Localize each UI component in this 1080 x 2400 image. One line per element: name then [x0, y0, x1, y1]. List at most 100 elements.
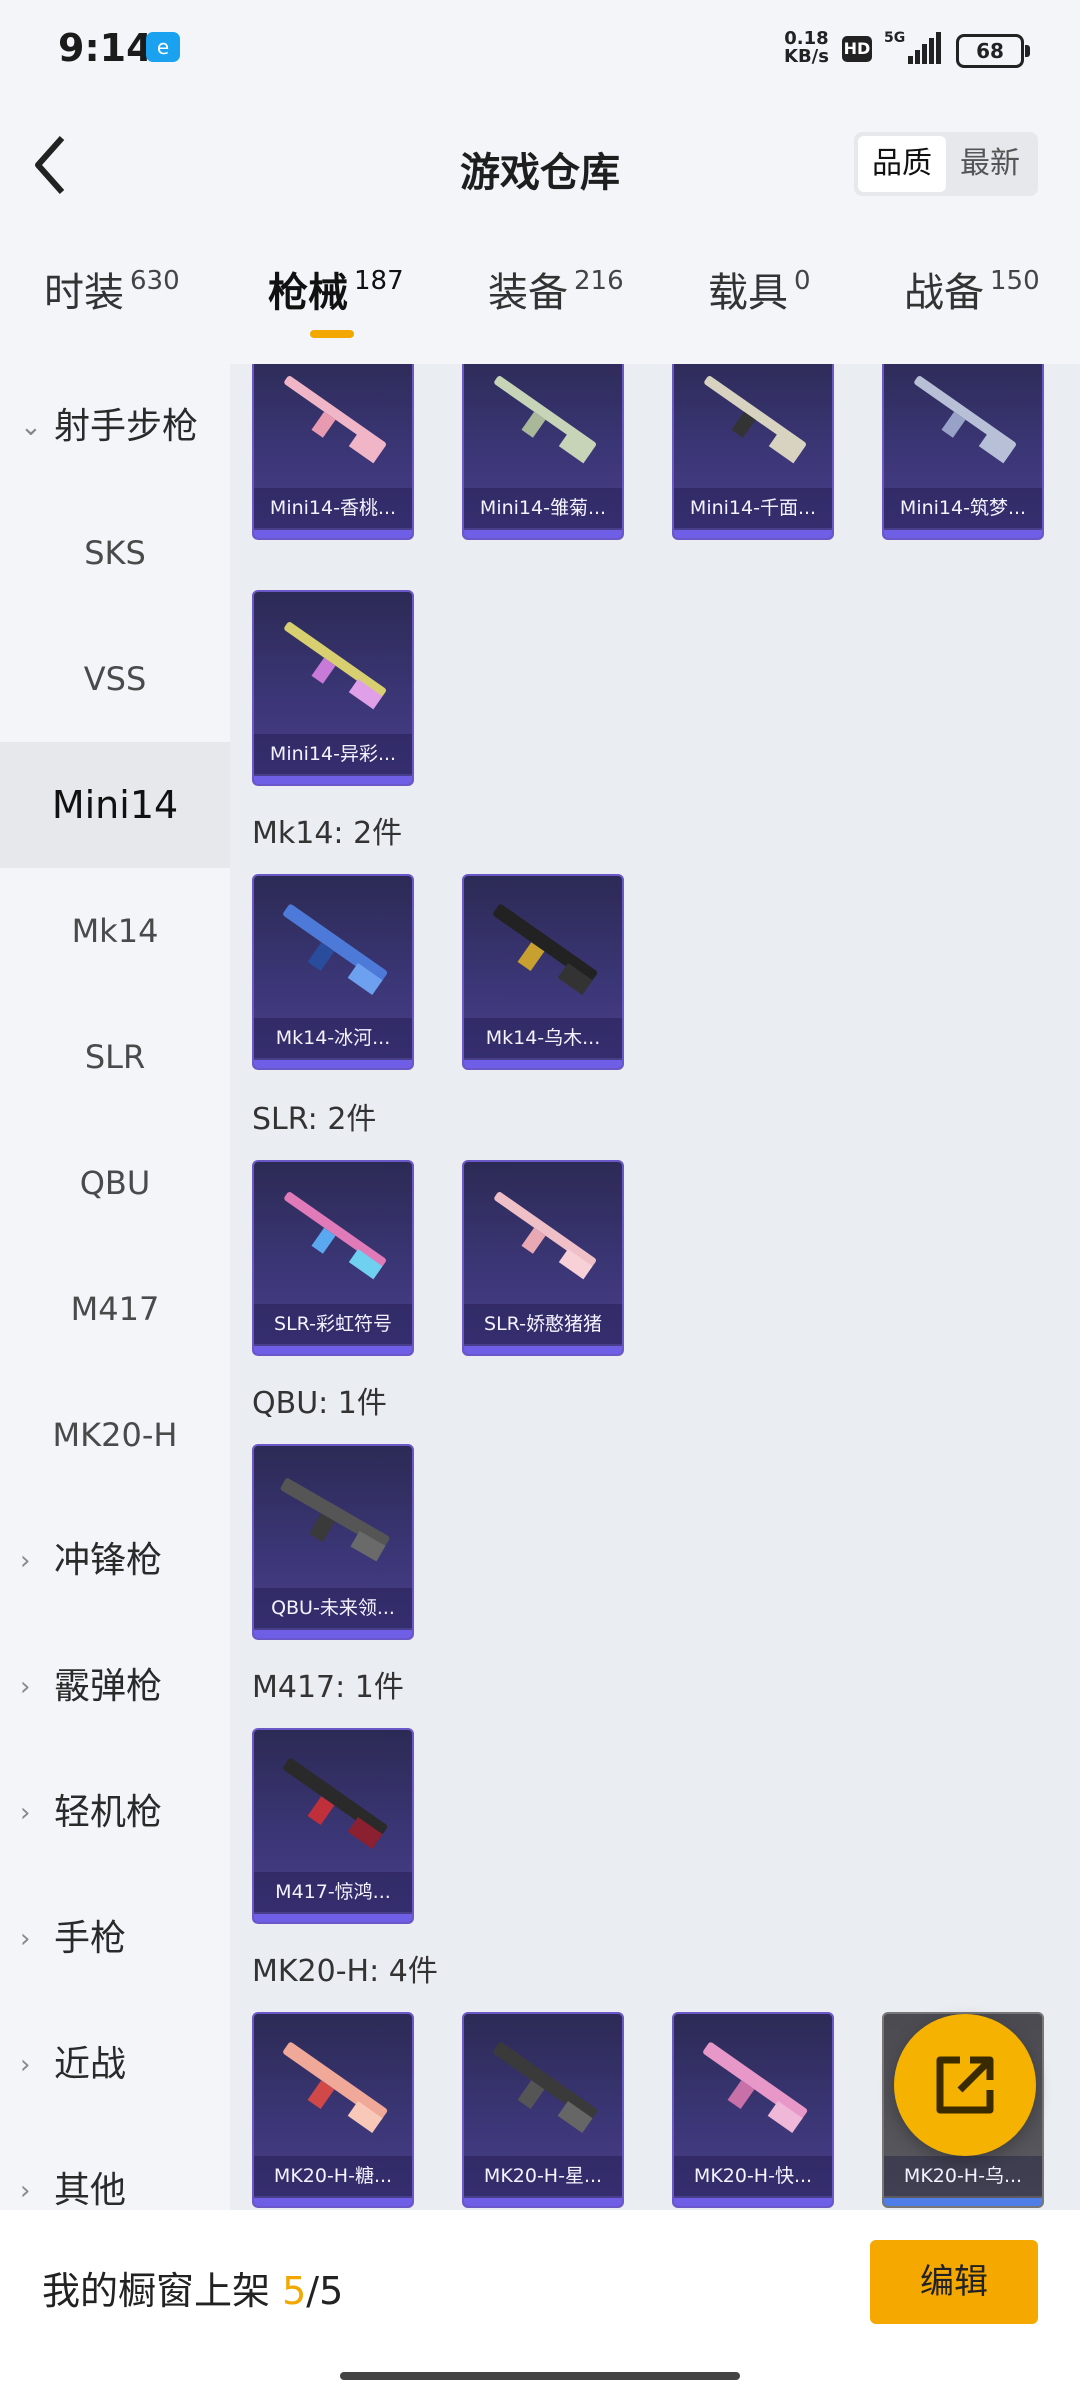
gun-skin-image — [914, 376, 1016, 464]
chevron-right-icon: › — [20, 1672, 31, 1702]
skin-card[interactable]: Mini14-香桃... — [252, 364, 414, 540]
skin-card[interactable]: Mini14-千面... — [672, 364, 834, 540]
rarity-bar — [254, 1630, 412, 1638]
skin-name: SLR-娇憨猪猪 — [464, 1304, 622, 1344]
sort-toggle: 品质 最新 — [854, 132, 1038, 196]
skin-card[interactable]: Mini14-筑梦... — [882, 364, 1044, 540]
skin-card[interactable]: Mk14-乌木... — [462, 874, 624, 1070]
network-speed-unit: KB/s — [784, 46, 829, 67]
sort-latest-button[interactable]: 最新 — [946, 136, 1034, 192]
sidebar-item-qbu[interactable]: QBU — [0, 1120, 230, 1246]
tab-count: 216 — [574, 266, 624, 296]
gun-skin-image — [283, 1758, 388, 1849]
sidebar-group-label: 射手步枪 — [54, 406, 199, 447]
chevron-right-icon: › — [20, 2050, 31, 2080]
app-header: 游戏仓库 品质 最新 — [0, 110, 1080, 220]
rarity-bar — [674, 2198, 832, 2206]
sidebar-item-slr[interactable]: SLR — [0, 994, 230, 1120]
skin-name: M417-惊鸿... — [254, 1872, 412, 1912]
external-link-icon — [936, 2056, 994, 2114]
rarity-bar — [464, 530, 622, 538]
tab-fashion[interactable]: 时装 630 — [44, 260, 180, 340]
sidebar-group-label: 霰弹枪 — [54, 1666, 163, 1707]
home-indicator[interactable] — [340, 2372, 740, 2380]
gun-skin-image — [494, 1192, 596, 1280]
sidebar-group-lmg[interactable]: › 轻机枪 — [0, 1750, 230, 1876]
rarity-bar — [884, 530, 1042, 538]
weapon-category-sidebar: ⌄ 射手步枪 SKS VSS Mini14 Mk14 SLR QBU M417 … — [0, 364, 230, 2210]
sidebar-item-vss[interactable]: VSS — [0, 616, 230, 742]
skin-name: Mk14-冰河... — [254, 1018, 412, 1058]
sidebar-group-shotgun[interactable]: › 霰弹枪 — [0, 1624, 230, 1750]
status-time: 9:14 — [58, 26, 153, 70]
showcase-label: 我的橱窗上架 — [42, 2269, 283, 2313]
skin-name: QBU-未来领... — [254, 1588, 412, 1628]
skin-card[interactable]: SLR-彩虹符号 — [252, 1160, 414, 1356]
sidebar-group-label: 冲锋枪 — [54, 1540, 163, 1581]
skin-name: MK20-H-乌... — [884, 2156, 1042, 2196]
skin-name: SLR-彩虹符号 — [254, 1304, 412, 1344]
skin-name: MK20-H-糖... — [254, 2156, 412, 2196]
gun-skin-image — [280, 1478, 390, 1562]
tab-label: 战备 — [904, 270, 984, 316]
tab-label: 时装 — [44, 270, 124, 316]
tab-label: 装备 — [488, 270, 568, 316]
section-header-slr: SLR: 2件 — [252, 1102, 377, 1137]
rarity-bar — [254, 1914, 412, 1922]
tab-supplies[interactable]: 战备 150 — [904, 260, 1040, 340]
chevron-right-icon: › — [20, 1546, 31, 1576]
skin-card[interactable]: MK20-H-糖... — [252, 2012, 414, 2208]
sidebar-group-label: 手枪 — [54, 1918, 127, 1959]
skin-name: Mini14-香桃... — [254, 488, 412, 528]
gun-skin-image — [284, 1192, 386, 1280]
share-button[interactable] — [894, 2014, 1036, 2156]
sidebar-group-melee[interactable]: › 近战 — [0, 2002, 230, 2128]
showcase-separator: / — [306, 2269, 320, 2313]
skin-card[interactable]: QBU-未来领... — [252, 1444, 414, 1640]
skin-card[interactable]: Mk14-冰河... — [252, 874, 414, 1070]
tab-equipment[interactable]: 装备 216 — [488, 260, 624, 340]
battery-icon: 68 — [956, 34, 1030, 68]
sidebar-item-sks[interactable]: SKS — [0, 490, 230, 616]
skin-name: Mini14-筑梦... — [884, 488, 1042, 528]
app-notification-icon: e — [146, 32, 180, 62]
chevron-down-icon: ⌄ — [20, 412, 42, 442]
sidebar-group-smg[interactable]: › 冲锋枪 — [0, 1498, 230, 1624]
gun-skin-image — [494, 376, 596, 464]
sidebar-group-label: 其他 — [54, 2170, 127, 2210]
tab-count: 150 — [990, 266, 1040, 296]
skin-card[interactable]: MK20-H-星... — [462, 2012, 624, 2208]
network-speed: 0.18 KB/s — [784, 30, 829, 66]
rarity-bar — [254, 1346, 412, 1354]
sort-quality-button[interactable]: 品质 — [858, 136, 946, 192]
rarity-bar — [464, 1060, 622, 1068]
skin-card[interactable]: SLR-娇憨猪猪 — [462, 1160, 624, 1356]
skin-card[interactable]: Mini14-雏菊... — [462, 364, 624, 540]
sidebar-group-pistol[interactable]: › 手枪 — [0, 1876, 230, 2002]
skin-card[interactable]: Mini14-异彩... — [252, 590, 414, 786]
tab-guns[interactable]: 枪械 187 — [268, 260, 404, 340]
sidebar-group-other[interactable]: › 其他 — [0, 2128, 230, 2210]
network-type-label: 5G — [884, 30, 905, 46]
section-header-qbu: QBU: 1件 — [252, 1386, 387, 1421]
skin-name: MK20-H-快... — [674, 2156, 832, 2196]
skin-card[interactable]: M417-惊鸿... — [252, 1728, 414, 1924]
skin-name: Mini14-雏菊... — [464, 488, 622, 528]
section-header-mk20h: MK20-H: 4件 — [252, 1954, 438, 1989]
edit-button[interactable]: 编辑 — [870, 2240, 1038, 2324]
sidebar-item-mini14[interactable]: Mini14 — [0, 742, 230, 868]
section-header-mk14: Mk14: 2件 — [252, 816, 403, 851]
gun-skin-image — [703, 2042, 808, 2133]
tab-vehicles[interactable]: 载具 0 — [708, 260, 811, 340]
sidebar-item-mk20h[interactable]: MK20-H — [0, 1372, 230, 1498]
sidebar-group-marksman[interactable]: ⌄ 射手步枪 — [0, 364, 230, 490]
gun-skin-image — [283, 904, 388, 995]
skin-card[interactable]: MK20-H-快... — [672, 2012, 834, 2208]
section-header-m417: M417: 1件 — [252, 1670, 404, 1705]
gun-skin-image — [284, 376, 386, 464]
rarity-bar — [254, 530, 412, 538]
sidebar-item-m417[interactable]: M417 — [0, 1246, 230, 1372]
chevron-right-icon: › — [20, 1924, 31, 1954]
sidebar-item-mk14[interactable]: Mk14 — [0, 868, 230, 994]
showcase-current: 5 — [282, 2269, 307, 2313]
